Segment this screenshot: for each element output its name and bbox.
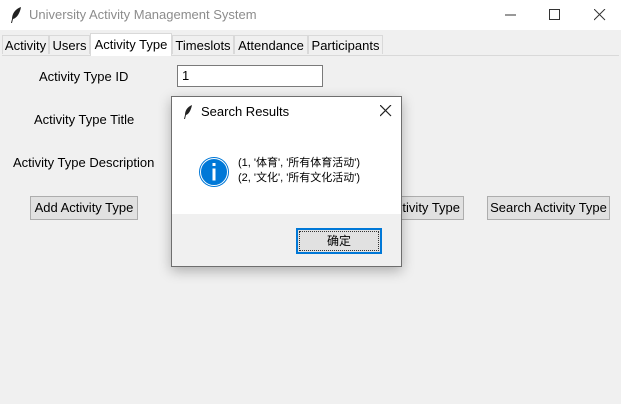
activity-type-description-label: Activity Type Description	[13, 155, 155, 170]
dialog-message-area: (1, '体育', '所有体育活动') (2, '文化', '所有文化活动')	[172, 126, 401, 214]
activity-type-id-label: Activity Type ID	[39, 69, 129, 84]
tab-timeslots[interactable]: Timeslots	[172, 35, 234, 54]
activity-type-id-input[interactable]: 1	[177, 65, 323, 87]
minimize-icon	[505, 14, 516, 16]
activity-type-title-label: Activity Type Title	[34, 112, 135, 127]
tab-activity-type[interactable]: Activity Type	[90, 33, 172, 56]
search-activity-type-button[interactable]: Search Activity Type	[487, 196, 610, 220]
tab-label: Activity	[4, 38, 47, 53]
ok-button[interactable]: 确定	[296, 228, 382, 254]
tab-label: Timeslots	[175, 38, 231, 53]
dialog-title: Search Results	[201, 104, 290, 119]
info-icon	[199, 157, 229, 187]
dialog-close-button[interactable]	[372, 97, 401, 126]
tab-label: Users	[52, 38, 87, 53]
close-icon	[594, 9, 606, 21]
result-line: (1, '体育', '所有体育活动')	[238, 157, 361, 169]
feather-icon	[11, 7, 21, 23]
search-results-dialog: Search Results (1, '体育', '所有体育活动') (2, '…	[171, 96, 402, 267]
tab-participants[interactable]: Participants	[308, 35, 383, 54]
title-bar: University Activity Management System	[0, 0, 621, 30]
tab-attendance[interactable]: Attendance	[234, 35, 308, 54]
tab-label: Participants	[311, 38, 380, 53]
maximize-button[interactable]	[532, 0, 578, 30]
result-line: (2, '文化', '所有文化活动')	[238, 172, 361, 184]
tab-users[interactable]: Users	[49, 35, 90, 54]
tab-label: Activity Type	[94, 37, 168, 52]
feather-icon	[184, 105, 192, 119]
add-activity-type-button[interactable]: Add Activity Type	[30, 196, 138, 220]
tab-activity[interactable]: Activity	[2, 35, 49, 54]
dialog-title-bar: Search Results	[172, 97, 401, 126]
minimize-button[interactable]	[488, 0, 534, 30]
close-icon	[380, 105, 392, 117]
window-title: University Activity Management System	[29, 7, 257, 22]
tab-label: Attendance	[238, 38, 304, 53]
ok-button-label: 确定	[326, 234, 351, 248]
maximize-icon	[549, 9, 560, 20]
close-button[interactable]	[577, 0, 621, 30]
dialog-message: (1, '体育', '所有体育活动') (2, '文化', '所有文化活动')	[238, 156, 360, 186]
